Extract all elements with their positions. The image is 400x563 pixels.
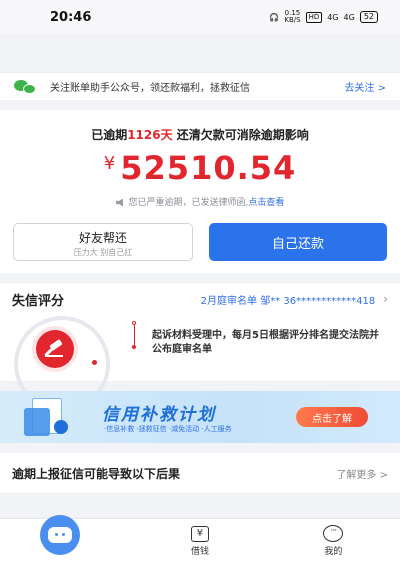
speaker-icon	[115, 198, 124, 207]
chevron-right-icon: ›	[383, 292, 388, 306]
consequence-section: 逾期上报征信可能导致以下后果 了解更多 >	[0, 453, 400, 493]
score-gauge	[12, 316, 112, 412]
currency-symbol: ¥	[103, 153, 116, 174]
credit-title: 失信评分	[12, 293, 65, 309]
follow-notice-bar[interactable]: 关注账单助手公众号，领还款福利，拯救征信 去关注 >	[0, 72, 400, 100]
credit-rescue-banner[interactable]: 信用补救计划 ·信息补救 ·拯救征信 ·减免活动 ·人工服务 点击了解	[0, 391, 400, 443]
hd-icon: HD	[305, 11, 323, 23]
progress-timeline	[132, 321, 136, 365]
debt-amount: ¥ 52510.54	[0, 149, 400, 189]
banner-subtitle: ·信息补救 ·拯救征信 ·减免活动 ·人工服务	[104, 425, 232, 433]
friend-repay-button[interactable]: 好友帮还 压力大 别自己扛	[13, 223, 193, 261]
banner-title: 信用补救计划	[102, 405, 216, 425]
header-spacer	[0, 34, 400, 72]
battery-icon: 52	[359, 11, 378, 23]
court-list-info[interactable]: 2月庭审名单 邹** 36************418 ›	[201, 292, 388, 307]
status-time: 20:46	[50, 9, 92, 25]
document-icon	[24, 396, 70, 438]
status-bar: 20:46 🎧 0.15 KB/S HD 4G 4G 52	[0, 0, 400, 34]
overdue-days: 1126天	[127, 128, 173, 142]
network-speed: 0.15 KB/S	[284, 10, 300, 24]
tab-mine-label: 我的	[324, 547, 343, 557]
friend-repay-subtitle: 压力大 别自己扛	[73, 248, 133, 257]
notice-text: 关注账单助手公众号，领还款福利，拯救征信	[50, 83, 250, 94]
learn-more-button[interactable]: 点击了解	[296, 407, 368, 427]
warning-text: 您已严重逾期，已发送律师函,	[128, 198, 249, 208]
court-list-text: 2月庭审名单 邹** 36************418	[200, 295, 376, 307]
network-speed-unit: KB/S	[284, 16, 301, 24]
tab-borrow-label: 借钱	[190, 546, 209, 557]
wechat-icon	[14, 79, 38, 95]
overdue-prefix: 已逾期	[91, 128, 128, 142]
friend-repay-label: 好友帮还	[78, 231, 127, 245]
chat-bubble-icon: ···	[323, 525, 344, 542]
self-repay-button[interactable]: 自己还款	[209, 223, 387, 261]
overdue-line: 已逾期1126天 还清欠款可消除逾期影响	[0, 126, 400, 143]
credit-header: 失信评分 2月庭审名单 邹** 36************418 ›	[0, 283, 400, 315]
tab-borrow[interactable]: ¥ 借钱	[133, 519, 266, 563]
view-letter-link[interactable]: 点击查看	[248, 198, 284, 208]
signal-icon-1: 4G	[327, 12, 339, 22]
lawyer-letter-warning: 您已严重逾期，已发送律师函,点击查看	[0, 195, 400, 208]
gauge-center	[36, 330, 74, 368]
assistant-avatar-icon	[40, 515, 80, 555]
status-icons: 🎧 0.15 KB/S HD 4G 4G 52	[269, 10, 378, 24]
consequence-more-link[interactable]: 了解更多 >	[336, 466, 388, 481]
repay-buttons: 好友帮还 压力大 别自己扛 自己还款	[0, 223, 400, 261]
debt-card: 已逾期1126天 还清欠款可消除逾期影响 ¥ 52510.54 您已严重逾期，已…	[0, 110, 400, 273]
tab-home[interactable]	[0, 515, 133, 563]
headphone-icon: 🎧	[269, 12, 280, 22]
credit-score-card[interactable]: 失信评分 2月庭审名单 邹** 36************418 › 起诉材料受…	[0, 283, 400, 412]
signal-icon-2: 4G	[343, 12, 355, 22]
follow-link[interactable]: 去关注 >	[344, 79, 386, 94]
amount-value: 52510.54	[120, 149, 297, 187]
gavel-icon	[44, 339, 65, 357]
gauge-marker	[92, 360, 97, 365]
bottom-tab-bar: ¥ 借钱 ··· 我的	[0, 515, 400, 563]
overdue-suffix: 还清欠款可消除逾期影响	[172, 128, 309, 142]
yuan-icon: ¥	[190, 525, 209, 542]
tab-mine[interactable]: ··· 我的	[267, 519, 400, 563]
consequence-title: 逾期上报征信可能导致以下后果	[12, 466, 181, 481]
credit-description: 起诉材料受理中，每月5日根据评分排名提交法院并公布庭审名单	[152, 330, 379, 355]
